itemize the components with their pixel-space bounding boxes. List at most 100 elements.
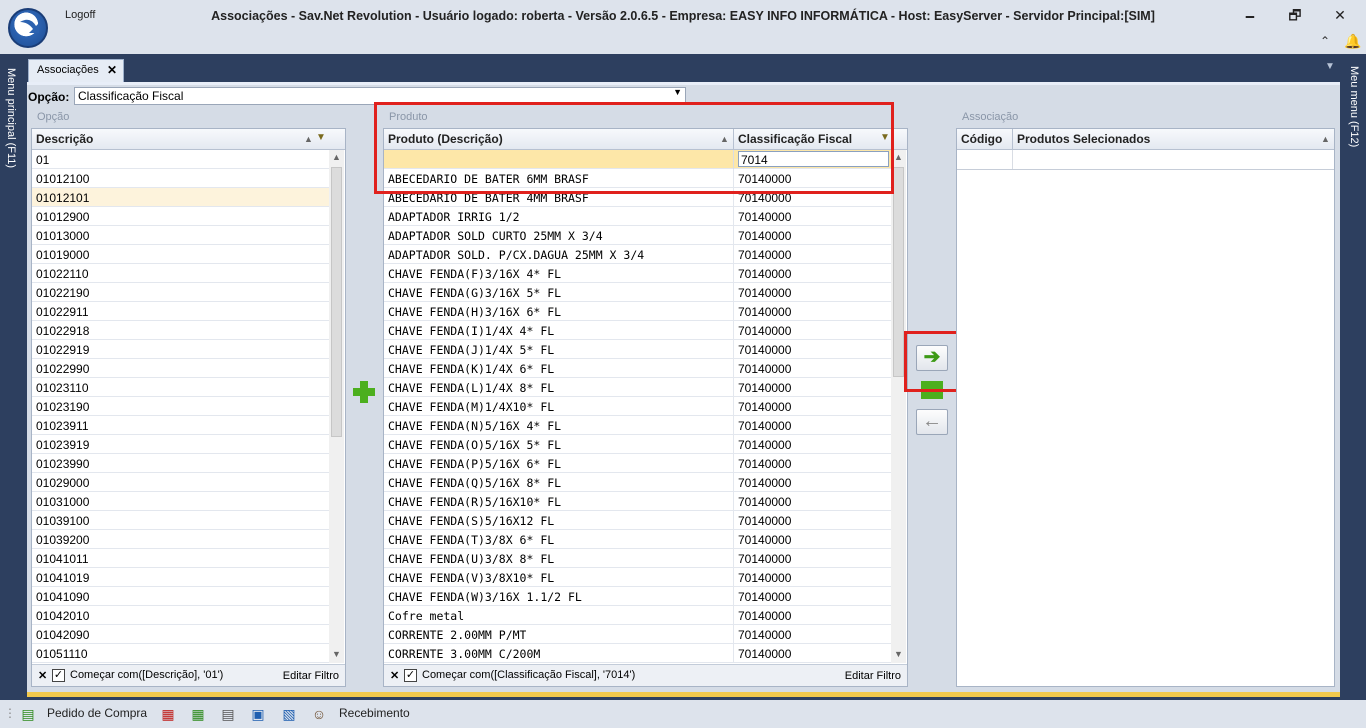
restore-button[interactable]: 🗗 — [1283, 5, 1307, 25]
document-icon[interactable]: ▤ — [220, 706, 236, 722]
list-item[interactable]: 01023110 — [32, 378, 329, 397]
list-item[interactable]: 01039200 — [32, 530, 329, 549]
list-item[interactable]: 01022918 — [32, 321, 329, 340]
pedido-compra-icon[interactable]: ▤ — [20, 706, 36, 722]
list-item[interactable]: 01012101 — [32, 188, 329, 207]
recebimento-button[interactable]: Recebimento — [339, 706, 410, 720]
window-title: Associações - Sav.Net Revolution - Usuár… — [211, 9, 1155, 23]
filter-row[interactable]: 01 — [32, 150, 329, 169]
list-item[interactable]: 01029000 — [32, 473, 329, 492]
table-row[interactable]: CHAVE FENDA(G)3/16X 5* FL 70140000 — [384, 283, 891, 302]
cell-classificacao: 70140000 — [738, 533, 792, 547]
list-item[interactable]: 01051110 — [32, 644, 329, 663]
list-item[interactable]: 01041090 — [32, 587, 329, 606]
my-menu-toggle[interactable]: Meu menu (F12) — [1348, 66, 1360, 147]
minimize-button[interactable]: 🗕 — [1238, 5, 1262, 25]
sort-asc-icon[interactable]: ▲ — [304, 134, 313, 144]
table-row[interactable]: CHAVE FENDA(O)5/16X 5* FL 70140000 — [384, 435, 891, 454]
table-row[interactable]: Cofre metal 70140000 — [384, 606, 891, 625]
list-item[interactable]: 01022919 — [32, 340, 329, 359]
list-item[interactable]: 01031000 — [32, 492, 329, 511]
list-item[interactable]: 01042090 — [32, 625, 329, 644]
list-item[interactable]: 01039100 — [32, 511, 329, 530]
plus-icon[interactable] — [353, 381, 375, 403]
table-row[interactable]: CHAVE FENDA(S)5/16X12 FL 70140000 — [384, 511, 891, 530]
pedido-compra-button[interactable]: Pedido de Compra — [47, 706, 147, 720]
grid-header: Descrição ▲ ▼ — [32, 129, 345, 150]
table-row[interactable]: CHAVE FENDA(J)1/4X 5* FL 70140000 — [384, 340, 891, 359]
tab-associacoes[interactable]: Associações ✕ — [28, 59, 124, 82]
list-item[interactable]: 01022990 — [32, 359, 329, 378]
table-row[interactable]: ADAPTADOR SOLD CURTO 25MM X 3/4 70140000 — [384, 226, 891, 245]
arrow-left-icon[interactable]: ← — [916, 409, 948, 435]
vertical-scrollbar[interactable]: ▲ ▼ — [329, 150, 344, 663]
close-button[interactable]: ✕ — [1328, 5, 1352, 25]
cell-classificacao: 70140000 — [738, 628, 792, 642]
column-header-descricao[interactable]: Descrição — [36, 132, 93, 146]
list-item[interactable]: 01023190 — [32, 397, 329, 416]
filter-descricao-value[interactable]: 01 — [36, 153, 49, 167]
list-item[interactable]: 01022110 — [32, 264, 329, 283]
list-item[interactable]: 01012900 — [32, 207, 329, 226]
list-item-value: 01041011 — [36, 552, 89, 566]
table-row[interactable]: CHAVE FENDA(Q)5/16X 8* FL 70140000 — [384, 473, 891, 492]
table-row[interactable]: CHAVE FENDA(H)3/16X 6* FL 70140000 — [384, 302, 891, 321]
list-item[interactable]: 01023911 — [32, 416, 329, 435]
list-item[interactable]: 01041011 — [32, 549, 329, 568]
list-item-value: 01023190 — [36, 400, 90, 414]
table-row[interactable]: ADAPTADOR IRRIG 1/2 70140000 — [384, 207, 891, 226]
vertical-scrollbar[interactable]: ▲ ▼ — [891, 150, 906, 663]
word-icon[interactable]: ▣ — [250, 706, 266, 722]
edit-filter-link[interactable]: Editar Filtro — [845, 670, 901, 682]
associacao-grid: Código Produtos Selecionados ▲ — [956, 128, 1335, 687]
collapse-ribbon-icon[interactable]: ⌃ — [1320, 34, 1330, 48]
table-row[interactable]: CHAVE FENDA(I)1/4X 4* FL 70140000 — [384, 321, 891, 340]
table-row[interactable]: CHAVE FENDA(U)3/8X 8* FL 70140000 — [384, 549, 891, 568]
column-header-produtos-selecionados[interactable]: Produtos Selecionados — [1017, 132, 1150, 146]
filter-enabled-checkbox[interactable]: ✓ — [52, 669, 65, 682]
scroll-thumb[interactable] — [331, 167, 342, 437]
table-row[interactable]: CHAVE FENDA(P)5/16X 6* FL 70140000 — [384, 454, 891, 473]
pdf-icon[interactable]: ▦ — [160, 706, 176, 722]
filter-icon[interactable]: ▼ — [316, 132, 326, 143]
list-item[interactable]: 01042010 — [32, 606, 329, 625]
bell-icon[interactable]: 🔔 — [1344, 33, 1361, 50]
list-item[interactable]: 01041019 — [32, 568, 329, 587]
chevron-down-icon[interactable]: ▼ — [673, 87, 682, 97]
sort-asc-icon[interactable]: ▲ — [1321, 134, 1330, 144]
list-item[interactable]: 01022911 — [32, 302, 329, 321]
table-row[interactable]: CORRENTE 3.00MM C/200M 70140000 — [384, 644, 891, 663]
table-row[interactable]: CHAVE FENDA(M)1/4X10* FL 70140000 — [384, 397, 891, 416]
app-logo-icon[interactable] — [8, 8, 48, 48]
table-row[interactable]: CHAVE FENDA(L)1/4X 8* FL 70140000 — [384, 378, 891, 397]
tab-close-icon[interactable]: ✕ — [107, 63, 117, 77]
cell-produto: CHAVE FENDA(L)1/4X 8* FL — [388, 381, 555, 395]
table-row[interactable]: CHAVE FENDA(T)3/8X 6* FL 70140000 — [384, 530, 891, 549]
table-row[interactable]: CHAVE FENDA(K)1/4X 6* FL 70140000 — [384, 359, 891, 378]
report-add-icon[interactable]: ▧ — [281, 706, 297, 722]
scroll-thumb[interactable] — [893, 167, 904, 377]
table-row[interactable]: CHAVE FENDA(W)3/16X 1.1/2 FL 70140000 — [384, 587, 891, 606]
list-item[interactable]: 01023919 — [32, 435, 329, 454]
list-item[interactable]: 01013000 — [32, 226, 329, 245]
list-item[interactable]: 01023990 — [32, 454, 329, 473]
main-menu-toggle[interactable]: Menu principal (F11) — [5, 68, 17, 168]
column-header-codigo[interactable]: Código — [961, 132, 1002, 146]
table-row[interactable]: CHAVE FENDA(F)3/16X 4* FL 70140000 — [384, 264, 891, 283]
table-row[interactable]: CHAVE FENDA(R)5/16X10* FL 70140000 — [384, 492, 891, 511]
table-row[interactable]: ADAPTADOR SOLD. P/CX.DAGUA 25MM X 3/4 701… — [384, 245, 891, 264]
table-row[interactable]: CHAVE FENDA(N)5/16X 4* FL 70140000 — [384, 416, 891, 435]
spreadsheet-icon[interactable]: ▦ — [190, 706, 206, 722]
table-row[interactable]: CORRENTE 2.00MM P/MT 70140000 — [384, 625, 891, 644]
list-item[interactable]: 01019000 — [32, 245, 329, 264]
clear-filter-icon[interactable]: ✕ — [38, 669, 47, 682]
users-icon[interactable]: ☺ — [311, 706, 327, 722]
filter-row[interactable] — [957, 150, 1334, 170]
clear-filter-icon[interactable]: ✕ — [390, 669, 399, 682]
edit-filter-link[interactable]: Editar Filtro — [283, 670, 339, 682]
list-item[interactable]: 01022190 — [32, 283, 329, 302]
table-row[interactable]: CHAVE FENDA(V)3/8X10* FL 70140000 — [384, 568, 891, 587]
list-item[interactable]: 01012100 — [32, 169, 329, 188]
filter-enabled-checkbox[interactable]: ✓ — [404, 669, 417, 682]
tab-list-chevron-down-icon[interactable]: ▼ — [1325, 61, 1335, 72]
